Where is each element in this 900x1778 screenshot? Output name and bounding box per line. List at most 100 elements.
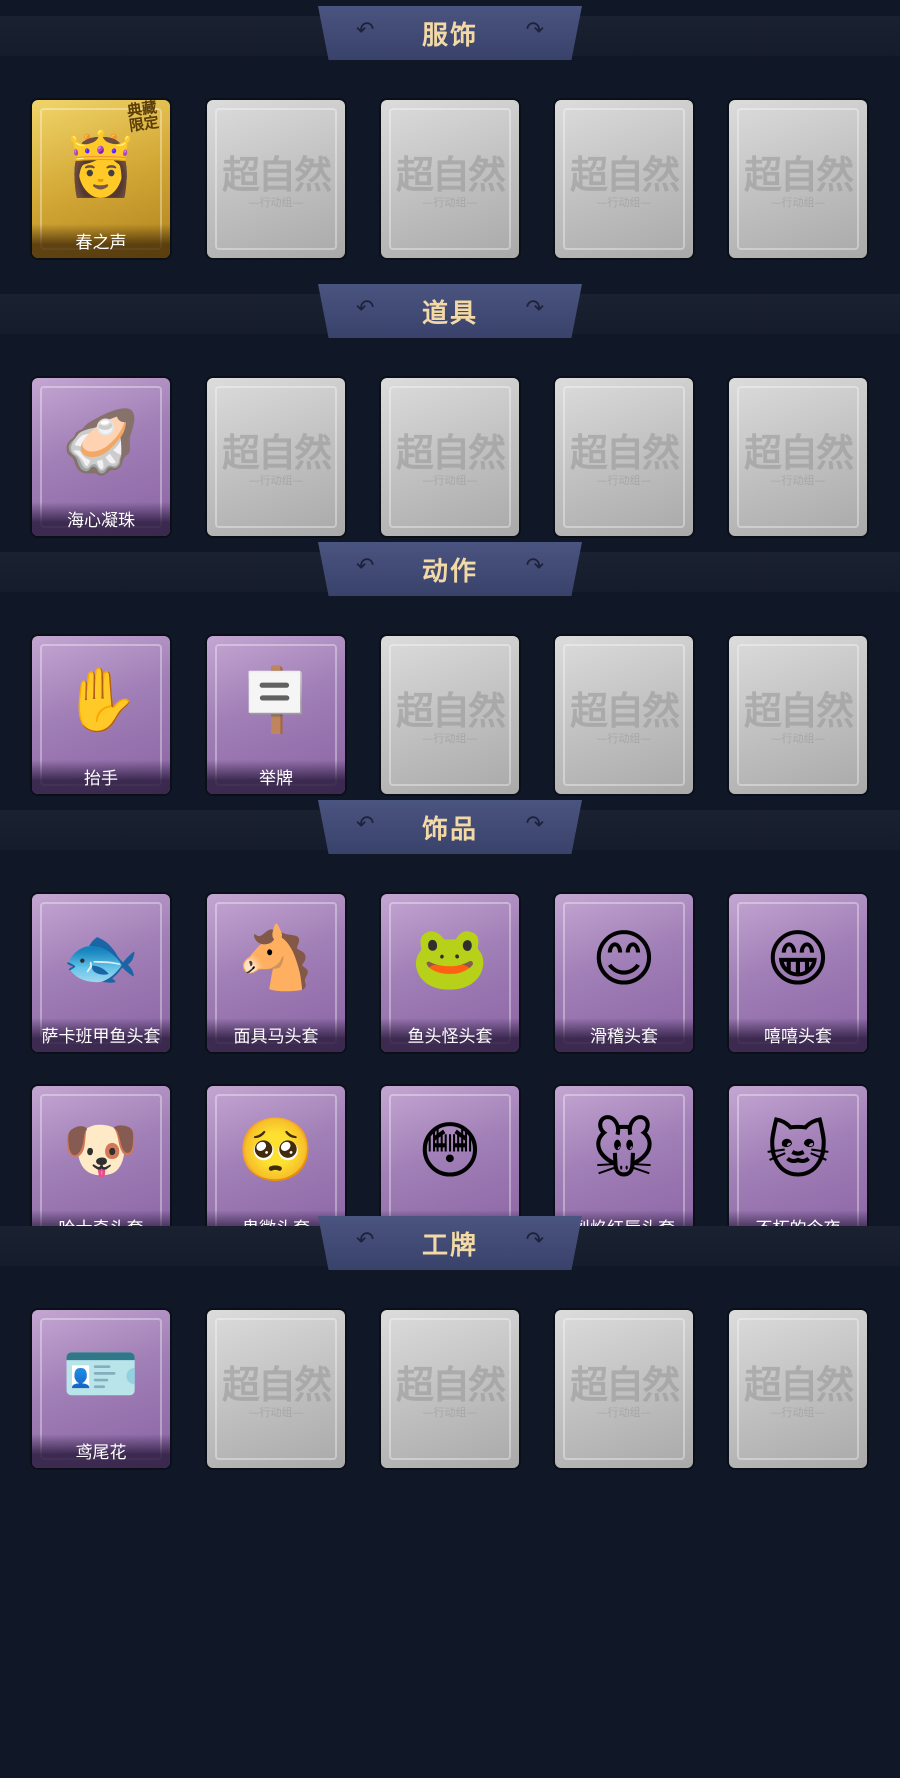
section-title: 服饰 xyxy=(421,20,478,51)
item-card[interactable]: 😊 滑稽头套 xyxy=(555,894,693,1052)
item-label: 滑稽头套 xyxy=(555,1018,693,1052)
section-title: 动作 xyxy=(421,556,478,587)
item-label: 春之声 xyxy=(32,224,170,258)
item-card[interactable]: 🐟 萨卡班甲鱼头套 xyxy=(32,894,170,1052)
placeholder-watermark: 超自然 xyxy=(395,152,506,197)
placeholder-subtitle: —行动组— xyxy=(770,196,826,209)
placeholder-subtitle: —行动组— xyxy=(422,1406,478,1419)
locked-card: 超自然 —行动组— xyxy=(729,636,867,794)
placeholder-subtitle: —行动组— xyxy=(422,474,478,487)
smirk-face-icon: 😊 xyxy=(591,921,657,995)
item-card[interactable]: 😁 嘻嘻头套 xyxy=(729,894,867,1052)
hold-sign-icon: 🪧 xyxy=(237,663,315,736)
section-banner: ↶ 动作 ↷ xyxy=(318,542,582,596)
placeholder-watermark: 超自然 xyxy=(221,152,332,197)
fish-monster-icon: 🐸 xyxy=(411,921,489,994)
locked-card: 超自然 —行动组— xyxy=(555,1310,693,1468)
limited-badge: 典藏 限定 xyxy=(125,100,161,135)
raise-hand-icon: ✋ xyxy=(62,663,140,736)
placeholder-watermark: 超自然 xyxy=(221,430,332,475)
item-card[interactable]: 🐱不朽的今夜 xyxy=(729,1086,867,1244)
swirl-left-icon: ↶ xyxy=(356,296,375,321)
item-label: 海心凝珠 xyxy=(32,502,170,536)
item-card[interactable]: 🪧 举牌 xyxy=(207,636,345,794)
dog-head-icon: 🐶 xyxy=(62,1113,140,1186)
placeholder-subtitle: —行动组— xyxy=(770,1406,826,1419)
locked-card: 超自然 —行动组— xyxy=(381,1310,519,1468)
placeholder-watermark: 超自然 xyxy=(395,1362,506,1407)
item-card[interactable]: 🐸 鱼头怪头套 xyxy=(381,894,519,1052)
placeholder-watermark: 超自然 xyxy=(743,152,854,197)
swirl-right-icon: ↷ xyxy=(525,1228,544,1253)
placeholder-subtitle: —行动组— xyxy=(248,196,304,209)
item-card[interactable]: ✋ 抬手 xyxy=(32,636,170,794)
item-card[interactable]: 🦪 海心凝珠 xyxy=(32,378,170,536)
placeholder-subtitle: —行动组— xyxy=(248,474,304,487)
section-banner: ↶ 服饰 ↷ xyxy=(318,6,582,60)
grin-face-icon: 😁 xyxy=(765,921,831,995)
placeholder-watermark: 超自然 xyxy=(569,430,680,475)
locked-card: 超自然 —行动组— xyxy=(555,636,693,794)
locked-card: 超自然 —行动组— xyxy=(555,378,693,536)
swirl-left-icon: ↶ xyxy=(356,812,375,837)
placeholder-subtitle: —行动组— xyxy=(248,1406,304,1419)
placeholder-subtitle: —行动组— xyxy=(422,732,478,745)
item-card[interactable]: 🐶哈士奇头套 xyxy=(32,1086,170,1244)
placeholder-watermark: 超自然 xyxy=(743,688,854,733)
item-label: 面具马头套 xyxy=(207,1018,345,1052)
locked-card: 超自然 —行动组— xyxy=(381,636,519,794)
pleading-face-icon: 🥺 xyxy=(237,1113,315,1186)
item-card[interactable]: 👸 典藏 限定 春之声 xyxy=(32,100,170,258)
item-label: 鱼头怪头套 xyxy=(381,1018,519,1052)
section-title: 工牌 xyxy=(421,1230,478,1261)
swirl-right-icon: ↷ xyxy=(525,18,544,43)
swirl-right-icon: ↷ xyxy=(525,554,544,579)
locked-card: 超自然 —行动组— xyxy=(207,378,345,536)
placeholder-subtitle: —行动组— xyxy=(596,474,652,487)
pink-cat-icon: 🐱 xyxy=(765,1113,831,1187)
pikachu-head-icon: 🐭 xyxy=(591,1113,657,1187)
badge-card-icon: 🪪 xyxy=(62,1337,140,1410)
fish-head-icon: 🐟 xyxy=(62,921,140,994)
section-banner: ↶ 道具 ↷ xyxy=(318,284,582,338)
item-label: 萨卡班甲鱼头套 xyxy=(32,1018,170,1052)
section-title: 饰品 xyxy=(421,814,478,845)
locked-card: 超自然 —行动组— xyxy=(729,378,867,536)
section-banner: ↶ 饰品 ↷ xyxy=(318,800,582,854)
locked-card: 超自然 —行动组— xyxy=(207,1310,345,1468)
swirl-right-icon: ↷ xyxy=(525,296,544,321)
pearl-shell-icon: 🦪 xyxy=(62,405,140,478)
swirl-right-icon: ↷ xyxy=(525,812,544,837)
item-card[interactable]: 🪪 鸢尾花 xyxy=(32,1310,170,1468)
locked-card: 超自然 —行动组— xyxy=(555,100,693,258)
placeholder-watermark: 超自然 xyxy=(395,430,506,475)
section-title: 道具 xyxy=(421,298,478,329)
item-label: 嘻嘻头套 xyxy=(729,1018,867,1052)
placeholder-watermark: 超自然 xyxy=(569,1362,680,1407)
placeholder-subtitle: —行动组— xyxy=(596,1406,652,1419)
item-label: 鸢尾花 xyxy=(32,1434,170,1468)
placeholder-watermark: 超自然 xyxy=(569,688,680,733)
horse-head-icon: 🐴 xyxy=(237,921,315,994)
item-label: 抬手 xyxy=(32,760,170,794)
swirl-left-icon: ↶ xyxy=(356,18,375,43)
swirl-left-icon: ↶ xyxy=(356,554,375,579)
placeholder-subtitle: —行动组— xyxy=(770,474,826,487)
item-label: 举牌 xyxy=(207,760,345,794)
locked-card: 超自然 —行动组— xyxy=(729,100,867,258)
flushed-face-icon: 😳 xyxy=(417,1113,483,1187)
locked-card: 超自然 —行动组— xyxy=(207,100,345,258)
locked-card: 超自然 —行动组— xyxy=(729,1310,867,1468)
placeholder-subtitle: —行动组— xyxy=(596,732,652,745)
item-card[interactable]: 🐴 面具马头套 xyxy=(207,894,345,1052)
swirl-left-icon: ↶ xyxy=(356,1228,375,1253)
section-banner: ↶ 工牌 ↷ xyxy=(318,1216,582,1270)
placeholder-subtitle: —行动组— xyxy=(422,196,478,209)
locked-card: 超自然 —行动组— xyxy=(381,378,519,536)
placeholder-watermark: 超自然 xyxy=(743,1362,854,1407)
locked-card: 超自然 —行动组— xyxy=(381,100,519,258)
placeholder-watermark: 超自然 xyxy=(569,152,680,197)
placeholder-watermark: 超自然 xyxy=(221,1362,332,1407)
placeholder-watermark: 超自然 xyxy=(395,688,506,733)
placeholder-subtitle: —行动组— xyxy=(770,732,826,745)
